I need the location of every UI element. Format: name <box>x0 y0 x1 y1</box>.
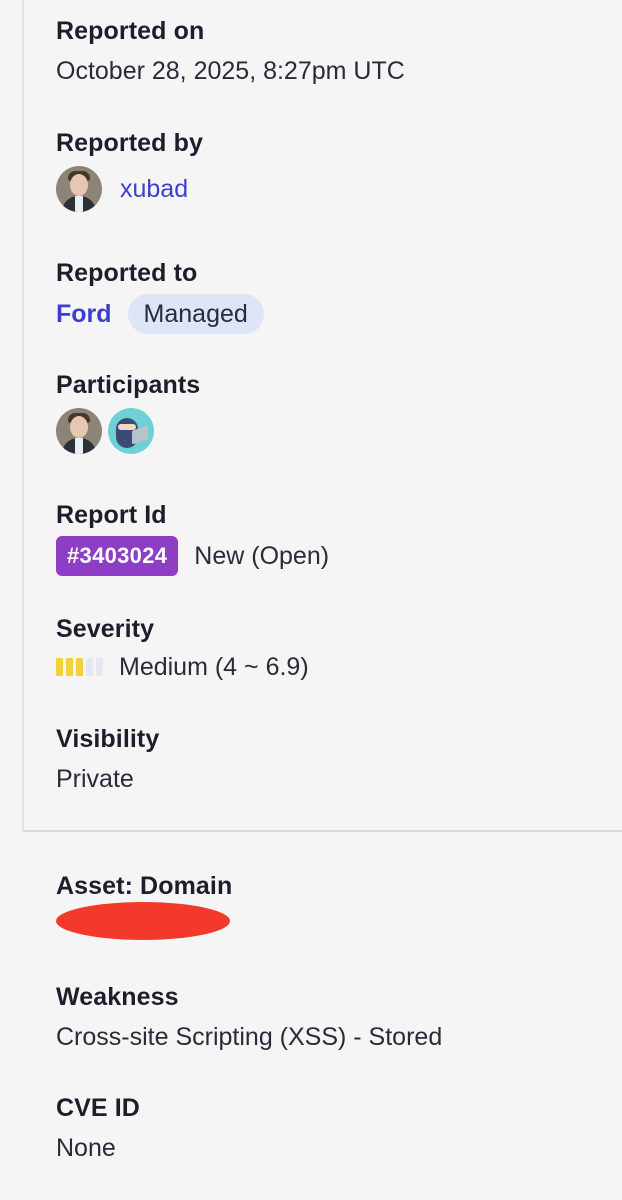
reported-on-value: October 28, 2025, 8:27pm UTC <box>56 57 405 85</box>
severity-meter-icon <box>56 658 103 676</box>
visibility-field: Visibility Private <box>56 724 159 794</box>
program-link[interactable]: Ford <box>56 300 112 329</box>
severity-label: Severity <box>56 615 155 643</box>
participants-field: Participants <box>56 370 200 454</box>
user-avatar-icon[interactable] <box>56 408 102 454</box>
reported-on-field: Reported on October 28, 2025, 8:27pm UTC <box>56 16 405 86</box>
user-avatar-icon[interactable] <box>56 166 102 212</box>
redaction-mark <box>56 902 230 940</box>
reporter-username-link[interactable]: xubad <box>120 175 188 204</box>
panel-left-border <box>22 0 24 832</box>
severity-value: Medium (4 ~ 6.9) <box>119 653 309 681</box>
weakness-label: Weakness <box>56 983 179 1011</box>
severity-segment <box>56 658 63 676</box>
section-divider <box>22 830 622 832</box>
report-details-panel: Reported on October 28, 2025, 8:27pm UTC… <box>0 0 622 1200</box>
report-id-badge: #3403024 <box>56 536 179 576</box>
weakness-value: Cross-site Scripting (XSS) - Stored <box>56 1023 443 1051</box>
ninja-hacker-avatar-icon[interactable] <box>108 408 154 454</box>
visibility-value: Private <box>56 765 134 793</box>
cve-label: CVE ID <box>56 1094 140 1122</box>
report-status: New (Open) <box>194 542 330 570</box>
severity-segment <box>76 658 83 676</box>
cve-value: None <box>56 1134 116 1162</box>
severity-field: Severity Medium (4 ~ 6.9) <box>56 614 309 682</box>
asset-field: Asset: Domain <box>56 871 232 901</box>
asset-label: Asset: Domain <box>56 872 233 900</box>
severity-segment <box>96 658 103 676</box>
reported-by-field: Reported by xubad <box>56 128 203 212</box>
managed-badge: Managed <box>127 294 264 334</box>
visibility-label: Visibility <box>56 725 160 753</box>
reported-to-label: Reported to <box>56 259 198 287</box>
report-id-field: Report Id #3403024 New (Open) <box>56 500 329 576</box>
cve-field: CVE ID None <box>56 1093 140 1163</box>
reported-by-label: Reported by <box>56 129 203 157</box>
reported-to-field: Reported to Ford Managed <box>56 258 264 334</box>
severity-segment <box>66 658 73 676</box>
report-id-label: Report Id <box>56 501 167 529</box>
weakness-field: Weakness Cross-site Scripting (XSS) - St… <box>56 982 442 1052</box>
reported-on-label: Reported on <box>56 17 205 45</box>
severity-segment <box>86 658 93 676</box>
participants-label: Participants <box>56 371 201 399</box>
